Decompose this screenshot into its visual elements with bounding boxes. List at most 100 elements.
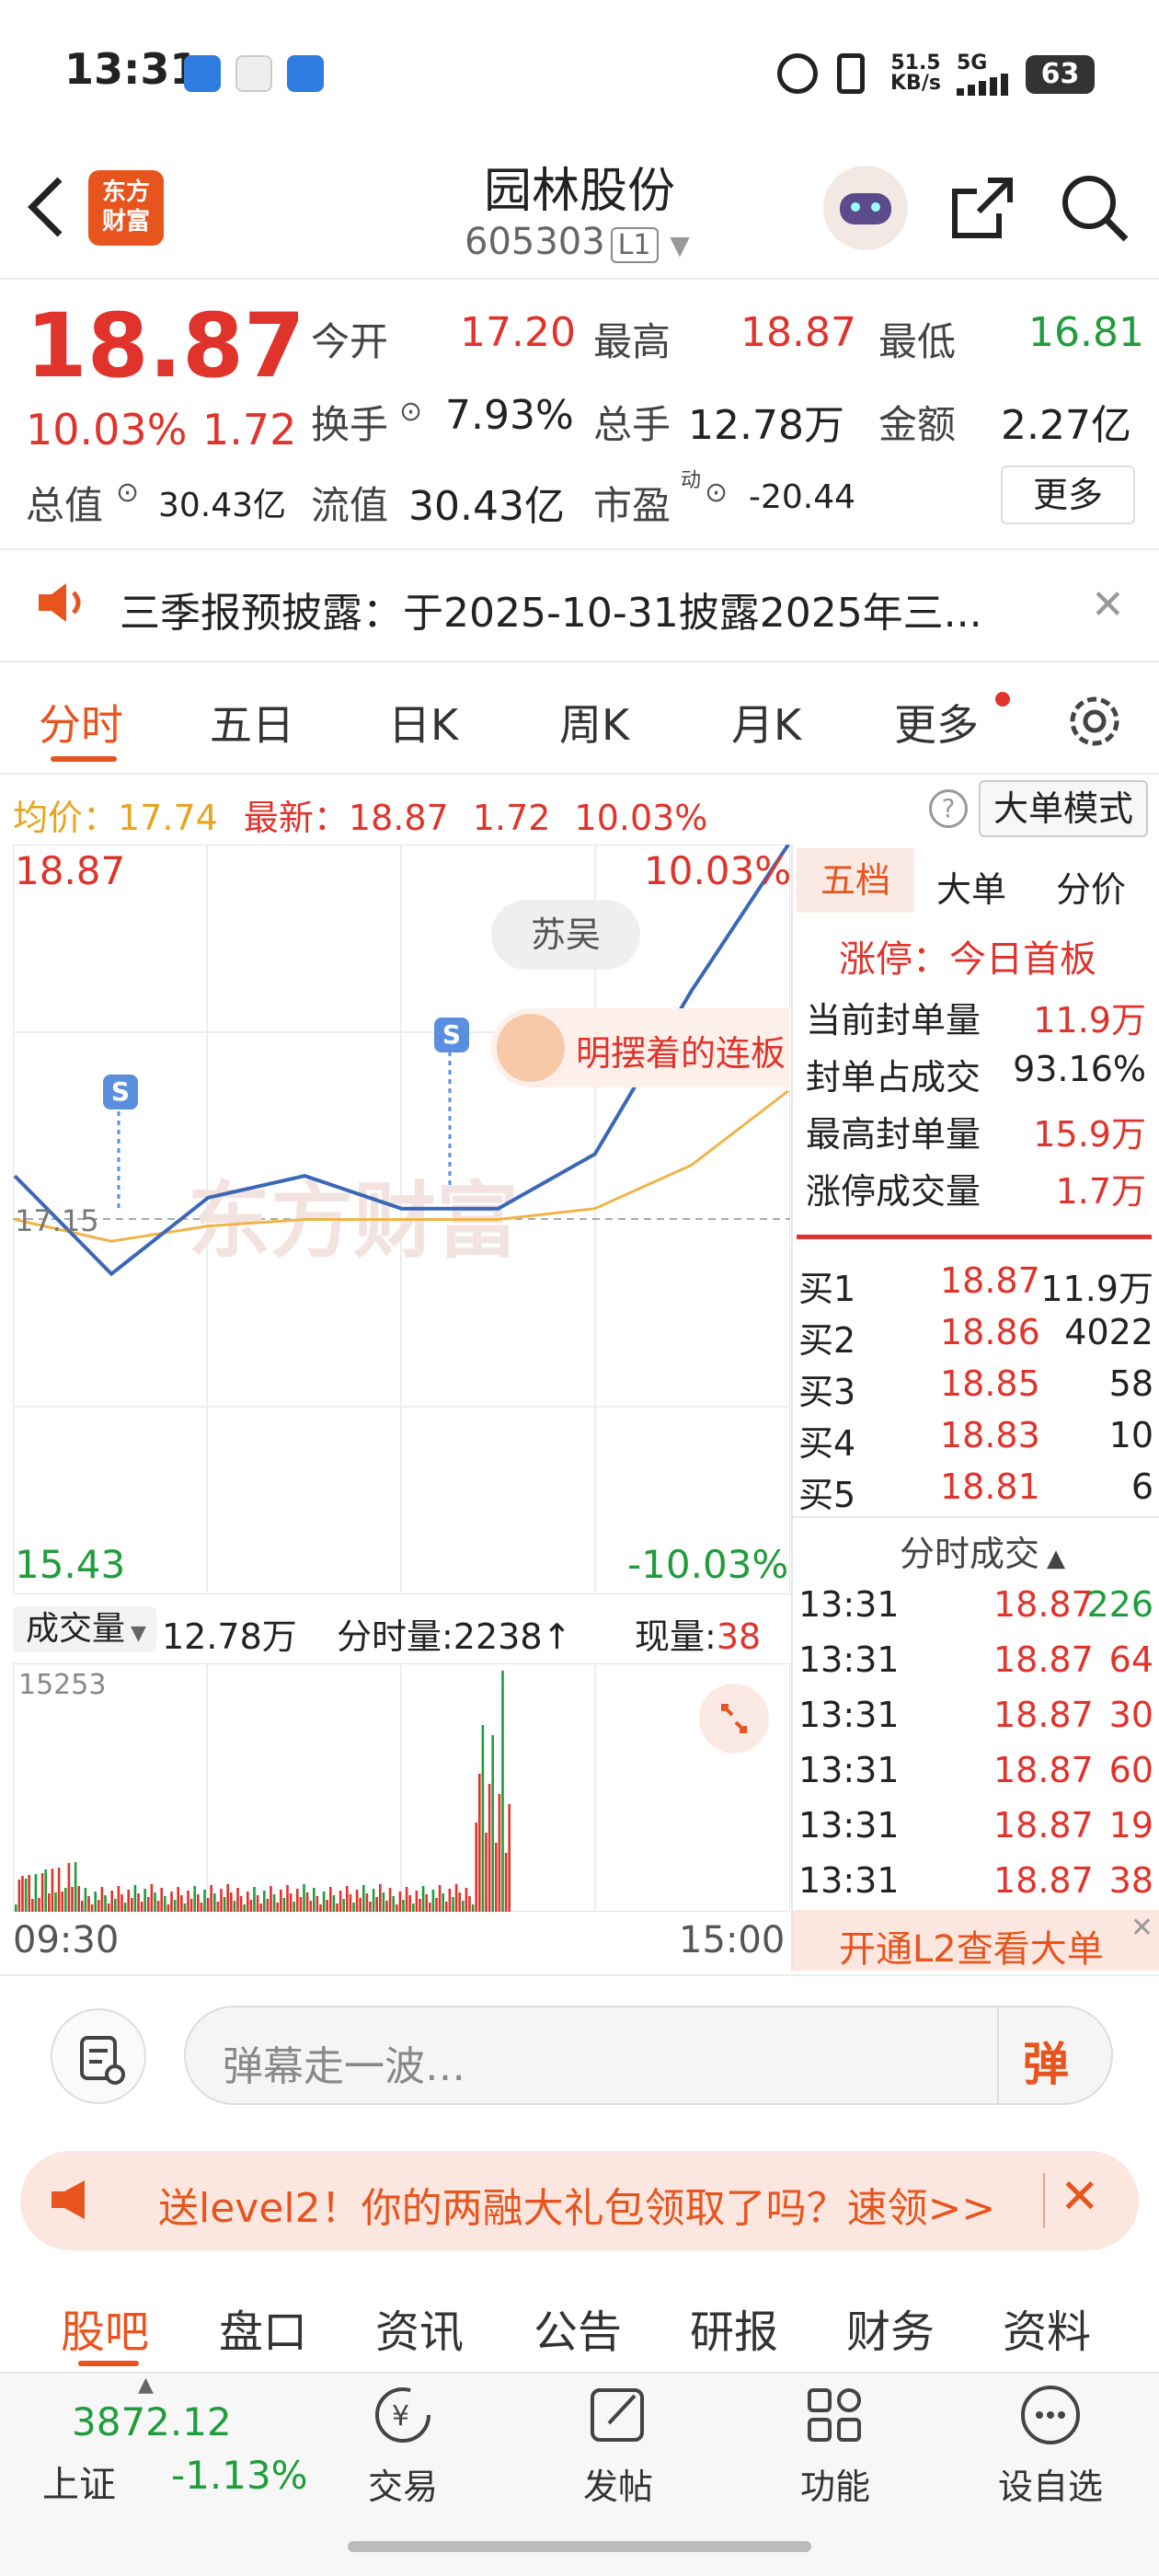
tab-monthly-k[interactable]: 月K [731, 692, 801, 753]
volume-bar [98, 1900, 100, 1912]
l2-banner[interactable]: 开通L2查看大单 ✕ [793, 1910, 1159, 1971]
volume-bar [365, 1893, 369, 1912]
more-button[interactable]: 更多 [1001, 466, 1135, 524]
expand-icon[interactable] [699, 1684, 769, 1754]
search-icon[interactable] [1058, 171, 1131, 245]
volume-bar [84, 1888, 87, 1912]
s-marker[interactable]: S [434, 1018, 469, 1052]
volume-bar [140, 1902, 143, 1912]
tab-five-levels[interactable]: 五档 [797, 848, 914, 913]
tab-profile[interactable]: 资料 [1003, 2295, 1091, 2360]
danmu-input[interactable]: 弹幕走一波… 弹 [184, 2006, 1113, 2105]
trades-title[interactable]: 分时成交 ▲ [900, 1525, 1065, 1576]
notification-icon [235, 55, 272, 92]
volume-bar [74, 1862, 77, 1912]
volume-bar [193, 1886, 196, 1912]
tab-big-orders[interactable]: 大单 [936, 861, 1006, 912]
index-value[interactable]: 3872.12 [72, 2399, 232, 2444]
volume-bar [498, 1794, 501, 1912]
tab-more[interactable]: 更多 [894, 692, 979, 753]
volume-bar [87, 1896, 90, 1912]
status-time: 13:31 [64, 44, 200, 94]
level-badge: L1 [610, 227, 659, 263]
dock-trade[interactable]: ¥ 交易 [320, 2383, 486, 2509]
volume-bar [90, 1904, 94, 1912]
volume-bar [170, 1892, 173, 1912]
volume-bar [77, 1886, 80, 1912]
start-time-label: 09:30 [13, 1919, 120, 1961]
tab-pankou[interactable]: 盘口 [219, 2295, 307, 2360]
danmu-placeholder: 弹幕走一波… [223, 2043, 465, 2090]
volume-bar [31, 1899, 34, 1912]
tab-research[interactable]: 研报 [690, 2295, 778, 2360]
tab-guba[interactable]: 股吧 [61, 2295, 149, 2360]
volume-bar [336, 1903, 339, 1912]
assistant-avatar[interactable] [823, 166, 908, 250]
amount-value: 2.27亿 [1001, 402, 1131, 449]
danmu-settings-icon[interactable] [51, 2008, 146, 2104]
s-marker[interactable]: S [103, 1075, 138, 1110]
volume-bar [299, 1897, 303, 1912]
info-icon[interactable]: ⊙ [116, 477, 139, 509]
tab-weekly-k[interactable]: 周K [559, 692, 629, 753]
volume-bar [289, 1893, 293, 1912]
bottom-price-label: 15.43 [15, 1542, 126, 1587]
volume-bar [189, 1899, 193, 1912]
volume-bar [405, 1887, 408, 1912]
dock-post[interactable]: 发帖 [535, 2383, 701, 2509]
volume-chart[interactable]: 15253 [12, 1662, 791, 1913]
price-chart-svg: 东方财富 [12, 843, 791, 1595]
mid-price-label: 17.15 [15, 1203, 99, 1238]
dock-add-watchlist[interactable]: 设自选 [968, 2383, 1133, 2509]
volume-max-label: 15253 [18, 1669, 107, 1701]
danmu-bubble[interactable]: 苏吴 [491, 900, 640, 970]
latest-label: 最新： [243, 798, 349, 838]
stock-code-row[interactable]: 605303 L1 ▼ [465, 221, 690, 263]
volume-bar [263, 1891, 266, 1912]
info-icon[interactable]: ⊙ [399, 396, 422, 428]
open-label: 今开 [311, 319, 389, 364]
dock-functions[interactable]: 功能 [752, 2383, 918, 2509]
volume-bar [501, 1671, 504, 1912]
close-icon[interactable]: ✕ [1130, 1912, 1153, 1944]
tab-news[interactable]: 资讯 [375, 2295, 464, 2360]
tab-five-day[interactable]: 五日 [210, 692, 294, 753]
volume-bar [425, 1894, 428, 1912]
volume-bar [213, 1893, 216, 1912]
tab-announcements[interactable]: 公告 [534, 2295, 622, 2360]
send-danmu-button[interactable]: 弹 [1023, 2028, 1069, 2094]
high-value: 18.87 [740, 309, 856, 356]
tab-finance[interactable]: 财务 [846, 2295, 935, 2360]
tab-price-dist[interactable]: 分价 [1056, 861, 1126, 912]
volume-bar [114, 1899, 117, 1912]
volume-bar [332, 1895, 336, 1912]
help-icon[interactable]: ? [929, 789, 968, 828]
promo-banner[interactable]: 送level2！你的两融大礼包领取了吗？速领>> ✕ [20, 2151, 1139, 2250]
big-order-mode-button[interactable]: 大单模式 [979, 780, 1148, 837]
volume-selector[interactable]: 成交量 ▼ [13, 1606, 156, 1652]
volume-bar [94, 1892, 97, 1912]
share-icon[interactable] [947, 173, 1017, 243]
minute-volume-label: 分时量:2238 [337, 1616, 543, 1657]
app-notification-icon [184, 55, 221, 92]
close-icon[interactable]: ✕ [1060, 2169, 1100, 2225]
volume-bar [382, 1892, 385, 1912]
volume-bar [322, 1892, 326, 1912]
gear-icon[interactable] [1065, 692, 1124, 751]
info-icon[interactable]: ⊙ [705, 477, 728, 509]
red-dot-badge [995, 692, 1010, 707]
volume-total: 12.78万 [162, 1616, 297, 1657]
intraday-chart[interactable]: 东方财富 18.87 10.03% 17.15 15.43 -10.03% 苏吴… [12, 843, 791, 1595]
index-name: 上证 [42, 2464, 116, 2506]
turnover-value: 7.93% [445, 392, 574, 439]
tab-daily-k[interactable]: 日K [388, 692, 458, 753]
danmu-bubble-2[interactable]: 明摆着的连板 [491, 1008, 790, 1087]
close-icon[interactable]: ✕ [1091, 581, 1125, 628]
tab-minute[interactable]: 分时 [39, 692, 123, 753]
volume-bar [266, 1899, 270, 1912]
battery-icon: 63 [1026, 55, 1095, 94]
volume-value: 12.78万 [688, 402, 844, 449]
tab-indicator [51, 756, 117, 762]
volume-selector-label: 成交量 [26, 1610, 126, 1648]
latest-value: 18.87 [348, 798, 449, 838]
